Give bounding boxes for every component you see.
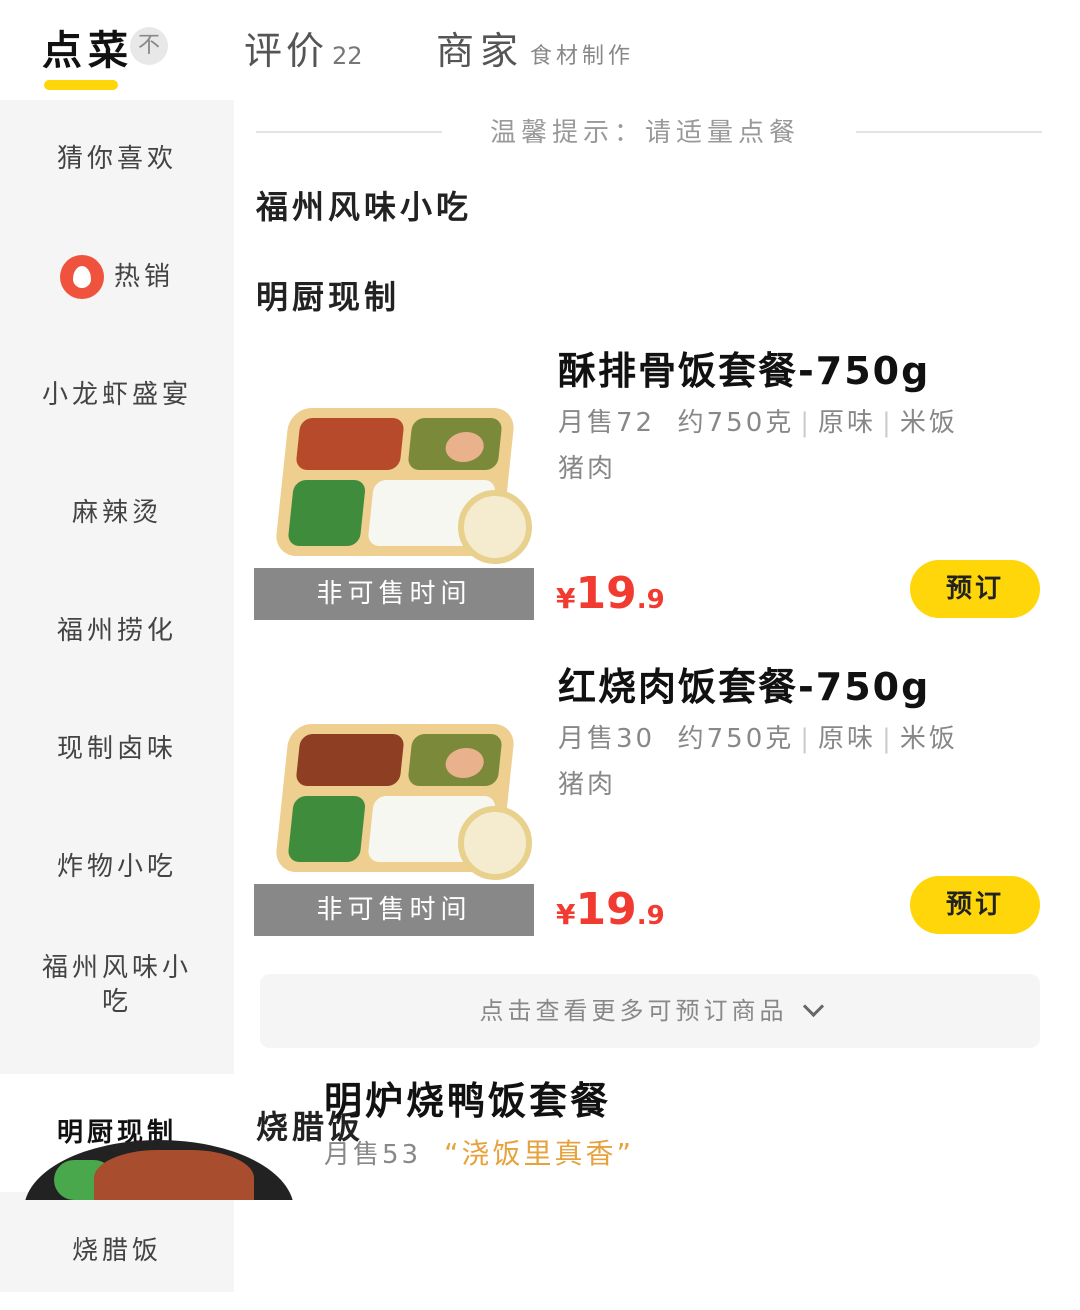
sidebar-item-label: 现制卤味 xyxy=(56,734,177,764)
price-decimal: .9 xyxy=(636,585,665,615)
divider xyxy=(256,131,442,133)
greens-portion xyxy=(287,796,367,862)
monthly-sales: 月售72 xyxy=(558,408,656,438)
sidebar-item-label: 炸物小吃 xyxy=(56,852,177,882)
no-tag-icon: 不 xyxy=(130,27,168,65)
sidebar-item-crayfish[interactable]: 小龙虾盛宴 xyxy=(0,336,234,454)
sidebar-item-label: 福州风味小吃 xyxy=(41,953,192,1017)
separator: | xyxy=(882,724,894,754)
product-image[interactable]: 非可售时间 xyxy=(254,696,534,936)
category-sidebar: 猜你喜欢 热销 小龙虾盛宴 麻辣烫 福州捞化 现制卤味 炸物小吃 福州风味小吃 … xyxy=(0,100,234,1292)
product-slogan: “浇饭里真香” xyxy=(444,1137,635,1170)
roast-duck-portion xyxy=(94,1150,254,1200)
monthly-sales: 月售53 xyxy=(324,1140,422,1170)
sidebar-item-label: 小龙虾盛宴 xyxy=(41,380,192,410)
currency-symbol: ¥ xyxy=(556,898,576,931)
price: ¥19.9 xyxy=(556,568,665,619)
chevron-down-icon xyxy=(802,995,824,1018)
review-count: 22 xyxy=(332,42,363,70)
weight: 约750克 xyxy=(677,408,795,438)
sidebar-item-label: 福州捞化 xyxy=(56,616,177,646)
staple: 米饭 xyxy=(899,724,958,754)
meat-portion xyxy=(295,734,405,786)
divider xyxy=(856,131,1042,133)
reserve-button[interactable]: 预订 xyxy=(910,876,1040,934)
sidebar-item-roast-rice[interactable]: 烧腊饭 xyxy=(0,1192,234,1310)
staple: 米饭 xyxy=(899,408,958,438)
product-name: 明炉烧鸭饭套餐 xyxy=(324,1079,612,1123)
reserve-button[interactable]: 预订 xyxy=(910,560,1040,618)
section-title-fuzhou-snacks: 福州风味小吃 xyxy=(256,188,473,226)
price: ¥19.9 xyxy=(556,884,665,935)
product-meta: 月售30 约750克 | 原味 | 米饭 xyxy=(558,718,958,755)
product-image[interactable]: 非可售时间 xyxy=(254,380,534,620)
sidebar-item-hot[interactable]: 热销 xyxy=(0,218,234,336)
top-tabs: 点菜 不 评价 22 商家 食材制作 xyxy=(0,0,1080,100)
meat-portion xyxy=(295,418,405,470)
tab-merchant[interactable]: 商家 xyxy=(436,20,524,75)
sidebar-item-label: 猜你喜欢 xyxy=(56,144,177,174)
merchant-note: 食材制作 xyxy=(530,44,635,69)
flavor: 原味 xyxy=(818,408,877,438)
sidebar-item-fried-snacks[interactable]: 炸物小吃 xyxy=(0,808,234,926)
greens-portion xyxy=(287,480,367,546)
separator: | xyxy=(800,724,813,754)
product-name: 酥排骨饭套餐-750g xyxy=(558,349,931,393)
sidebar-item-guess[interactable]: 猜你喜欢 xyxy=(0,100,234,218)
flavor: 原味 xyxy=(818,724,877,754)
reminder-tip: 温馨提示：请适量点餐 xyxy=(490,118,801,148)
section-title-open-kitchen: 明厨现制 xyxy=(256,278,401,316)
unavailable-badge: 非可售时间 xyxy=(254,568,534,620)
currency-symbol: ¥ xyxy=(556,582,576,615)
product-card[interactable]: 非可售时间 酥排骨饭套餐-750g 月售72 约750克 | 原味 | 米饭 猪肉 ¥1… xyxy=(254,340,1044,630)
sidebar-item-label: 烧腊饭 xyxy=(71,1236,162,1266)
sidebar-item-fuzhou-snacks[interactable]: 福州风味小吃 xyxy=(0,926,234,1044)
product-card[interactable]: 非可售时间 红烧肉饭套餐-750g 月售30 约750克 | 原味 | 米饭 猪肉 ¥1… xyxy=(254,656,1044,946)
separator: | xyxy=(882,408,894,438)
sidebar-item-malatang[interactable]: 麻辣烫 xyxy=(0,454,234,572)
tab-order[interactable]: 点菜 xyxy=(42,18,134,76)
flame-icon xyxy=(59,255,104,299)
sidebar-item-fuzhou-laohua[interactable]: 福州捞化 xyxy=(0,572,234,690)
show-more-button[interactable]: 点击查看更多可预订商品 xyxy=(260,974,1040,1048)
active-tab-indicator xyxy=(44,80,118,90)
show-more-label: 点击查看更多可预订商品 xyxy=(479,997,788,1025)
product-name: 红烧肉饭套餐-750g xyxy=(558,665,931,709)
soup-cup-image xyxy=(458,490,532,564)
price-integer: 19 xyxy=(575,568,637,619)
product-image[interactable] xyxy=(24,1130,294,1200)
tab-review[interactable]: 评价 xyxy=(244,20,328,75)
price-integer: 19 xyxy=(575,884,637,935)
product-meta: 月售72 约750克 | 原味 | 米饭 xyxy=(558,402,958,439)
price-decimal: .9 xyxy=(636,901,665,931)
separator: | xyxy=(800,408,813,438)
sidebar-item-braised[interactable]: 现制卤味 xyxy=(0,690,234,808)
meat-tag: 猪肉 xyxy=(558,770,617,800)
soup-cup-image xyxy=(458,806,532,880)
meat-tag: 猪肉 xyxy=(558,454,617,484)
weight: 约750克 xyxy=(677,724,795,754)
sidebar-item-label: 热销 xyxy=(113,262,174,292)
unavailable-badge: 非可售时间 xyxy=(254,884,534,936)
monthly-sales: 月售30 xyxy=(558,724,656,754)
sidebar-item-label: 麻辣烫 xyxy=(71,498,162,528)
